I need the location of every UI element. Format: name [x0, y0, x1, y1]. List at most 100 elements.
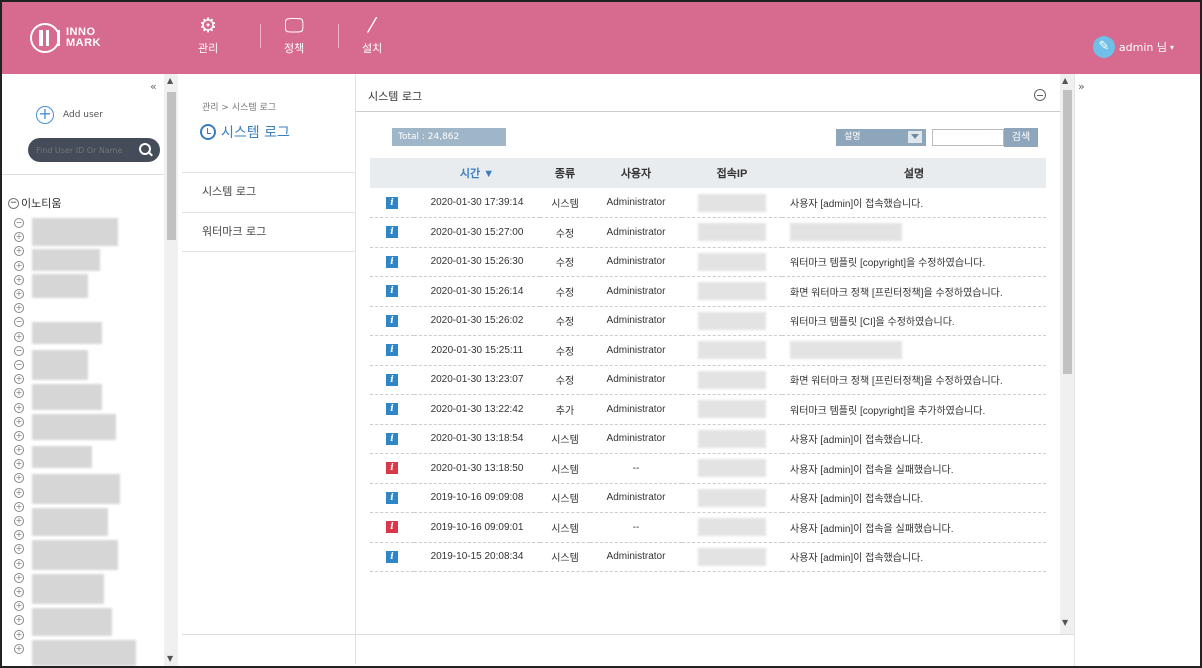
tree-node[interactable]: +	[14, 287, 24, 301]
plus-circle-icon[interactable]: +	[14, 260, 24, 271]
col-ip[interactable]: 접속IP	[682, 158, 782, 188]
minimize-icon[interactable]	[1034, 89, 1046, 101]
plus-circle-icon[interactable]: +	[14, 331, 24, 342]
add-user-button[interactable]: + Add user	[36, 106, 103, 124]
menu-item-watermark-log[interactable]: 워터마크 로그	[182, 212, 356, 252]
plus-circle-icon[interactable]: +	[14, 445, 24, 456]
minus-circle-icon[interactable]: −	[14, 345, 24, 356]
tree-node[interactable]: +	[14, 642, 24, 656]
col-time[interactable]: 시간 ▼	[414, 158, 540, 188]
plus-circle-icon[interactable]: +	[14, 572, 24, 583]
user-menu[interactable]: ✎ admin 님 ▾	[1092, 36, 1174, 58]
logo[interactable]: INNO MARK	[30, 20, 140, 56]
table-row[interactable]: i 2020-01-30 13:23:07 수정 Administrator 화면 워터…	[370, 365, 1046, 395]
tree-node[interactable]: +	[14, 372, 24, 386]
table-row[interactable]: i 2019-10-15 20:08:34 시스템 Administrator 사용자 …	[370, 542, 1046, 572]
tree-node[interactable]: +	[14, 528, 24, 542]
tree-node[interactable]: +	[14, 585, 24, 599]
tree-node[interactable]: +	[14, 301, 24, 315]
tree-node[interactable]: +	[14, 571, 24, 585]
table-row[interactable]: i 2019-10-16 09:09:01 시스템 -- 사용자 [admin]이 접속…	[370, 512, 1046, 543]
table-row[interactable]: i 2020-01-30 13:22:42 추가 Administrator 워터마크 …	[370, 394, 1046, 425]
plus-circle-icon[interactable]: +	[14, 274, 24, 285]
plus-circle-icon[interactable]: +	[14, 232, 24, 243]
table-row[interactable]: i 2020-01-30 15:26:30 수정 Administrator 워터마크 …	[370, 247, 1046, 277]
tree-node[interactable]: +	[14, 244, 24, 258]
tree-node[interactable]: +	[14, 259, 24, 273]
nav-policy[interactable]: 🖵 정책	[284, 12, 304, 56]
table-row[interactable]: i 2020-01-30 13:18:54 시스템 Administrator 사용자 …	[370, 424, 1046, 454]
plus-circle-icon[interactable]: +	[14, 601, 24, 612]
table-row[interactable]: i 2020-01-30 15:27:00 수정 Administrator	[370, 217, 1046, 248]
nav-manage[interactable]: ⚙ 관리	[198, 12, 218, 56]
tree-node[interactable]: +	[14, 443, 24, 457]
tree-node[interactable]: −	[14, 344, 24, 358]
plus-circle-icon[interactable]: +	[14, 303, 24, 314]
minus-circle-icon[interactable]: −	[14, 359, 24, 370]
left-scrollbar[interactable]: ▲ ▼	[164, 74, 178, 666]
scrollbar-thumb[interactable]	[1063, 90, 1072, 374]
tree-node[interactable]: +	[14, 613, 24, 627]
tree-node[interactable]: −	[14, 358, 24, 372]
scroll-up-icon[interactable]: ▲	[167, 76, 173, 85]
tree-node[interactable]: +	[14, 400, 24, 414]
filter-select[interactable]: 설명	[836, 129, 926, 146]
tree-node[interactable]: +	[14, 386, 24, 400]
expand-right-icon[interactable]: »	[1078, 80, 1085, 93]
col-type[interactable]: 종류	[540, 158, 590, 188]
plus-circle-icon[interactable]: +	[14, 374, 24, 385]
plus-circle-icon[interactable]: +	[14, 516, 24, 527]
plus-circle-icon[interactable]: +	[14, 487, 24, 498]
plus-circle-icon[interactable]: +	[14, 388, 24, 399]
tree-node[interactable]: +	[14, 486, 24, 500]
plus-circle-icon[interactable]: +	[14, 416, 24, 427]
user-search-input[interactable]	[36, 145, 136, 155]
plus-circle-icon[interactable]: +	[14, 530, 24, 541]
col-user[interactable]: 사용자	[590, 158, 682, 188]
table-row[interactable]: i 2020-01-30 15:26:02 수정 Administrator 워터마크 …	[370, 306, 1046, 336]
collapse-left-icon[interactable]: «	[150, 80, 157, 93]
tree-node[interactable]: +	[14, 230, 24, 244]
tree-node[interactable]: +	[14, 415, 24, 429]
scroll-down-icon[interactable]: ▼	[167, 654, 173, 663]
tree-node[interactable]: +	[14, 429, 24, 443]
menu-item-system-log[interactable]: 시스템 로그	[182, 172, 356, 212]
scroll-up-icon[interactable]: ▲	[1062, 76, 1068, 85]
plus-circle-icon[interactable]: +	[14, 615, 24, 626]
plus-circle-icon[interactable]: +	[14, 473, 24, 484]
tree-node[interactable]: +	[14, 471, 24, 485]
nav-install[interactable]: ⁄ 설치	[362, 12, 382, 56]
table-row[interactable]: i 2020-01-30 15:25:11 수정 Administrator	[370, 335, 1046, 366]
tree-node[interactable]: +	[14, 457, 24, 471]
table-row[interactable]: i 2020-01-30 15:26:14 수정 Administrator 화면 워터…	[370, 276, 1046, 307]
scroll-down-icon[interactable]: ▼	[1062, 618, 1068, 627]
plus-circle-icon[interactable]: +	[14, 459, 24, 470]
search-button[interactable]: 검색	[1004, 128, 1038, 147]
col-desc[interactable]: 설명	[782, 158, 1046, 188]
tree-node[interactable]: −	[14, 216, 24, 230]
tree-node[interactable]: +	[14, 627, 24, 641]
search-icon[interactable]	[138, 143, 152, 157]
table-row[interactable]: i 2020-01-30 17:39:14 시스템 Administrator 사용자 …	[370, 188, 1046, 218]
plus-circle-icon[interactable]: +	[14, 643, 24, 654]
tree-root[interactable]: − 이노티움	[8, 195, 61, 211]
plus-circle-icon[interactable]: +	[14, 402, 24, 413]
plus-circle-icon[interactable]: +	[14, 246, 24, 257]
plus-circle-icon[interactable]: +	[14, 289, 24, 300]
tree-node[interactable]: −	[14, 315, 24, 329]
plus-circle-icon[interactable]: +	[14, 501, 24, 512]
tree-node[interactable]: +	[14, 542, 24, 556]
plus-circle-icon[interactable]: +	[14, 558, 24, 569]
minus-circle-icon[interactable]: −	[14, 317, 24, 328]
filter-input[interactable]	[932, 129, 1004, 146]
tree-node[interactable]: +	[14, 500, 24, 514]
main-scrollbar[interactable]: ▲ ▼	[1060, 74, 1074, 634]
plus-circle-icon[interactable]: +	[14, 629, 24, 640]
tree-node[interactable]: +	[14, 273, 24, 287]
tree-node[interactable]: +	[14, 330, 24, 344]
minus-circle-icon[interactable]: −	[8, 197, 19, 209]
plus-circle-icon[interactable]: +	[14, 544, 24, 555]
tree-node[interactable]: +	[14, 557, 24, 571]
table-row[interactable]: i 2019-10-16 09:09:08 시스템 Administrator 사용자 …	[370, 483, 1046, 513]
plus-circle-icon[interactable]: +	[14, 586, 24, 597]
